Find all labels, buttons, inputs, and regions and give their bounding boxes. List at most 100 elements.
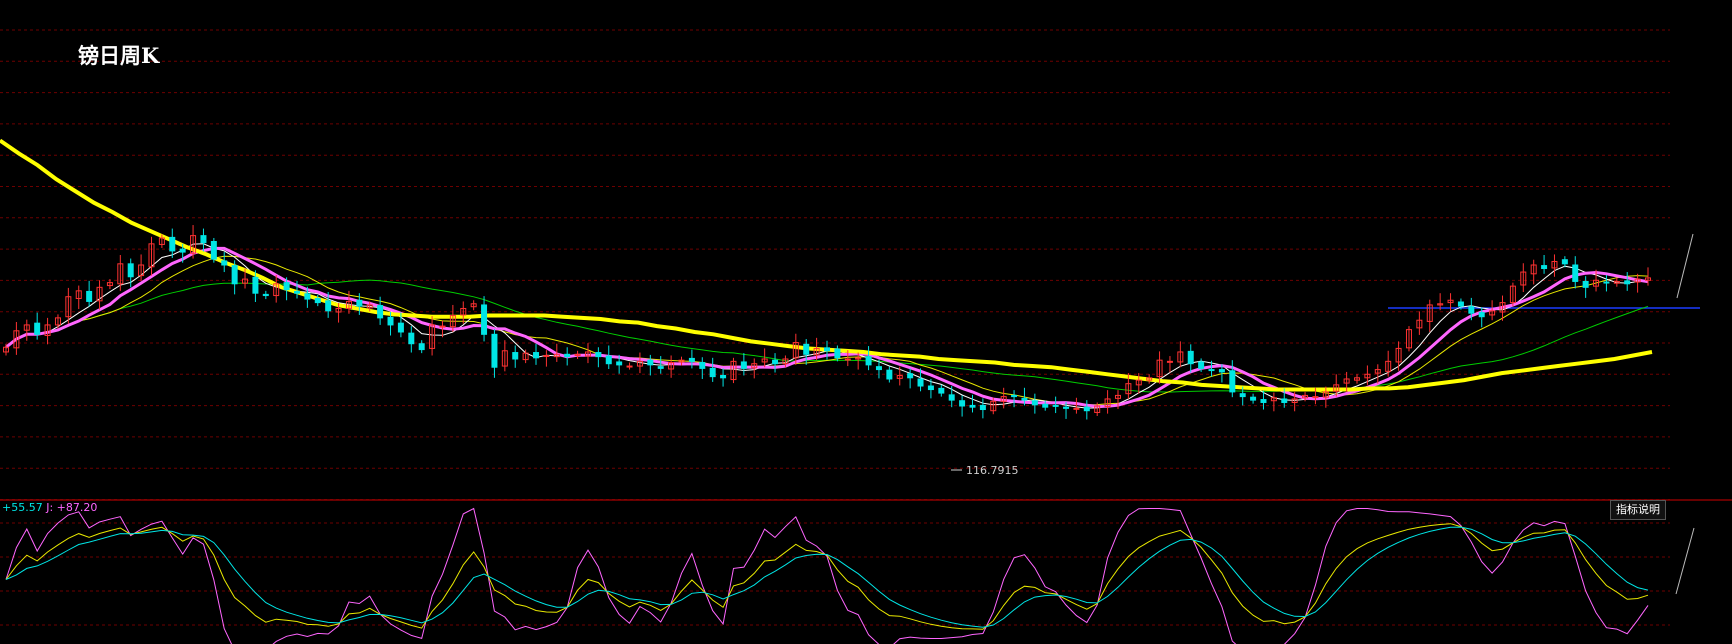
candle-body [1052, 404, 1059, 407]
candle-body [740, 361, 747, 369]
candle-body [979, 404, 986, 411]
candle-body [418, 343, 425, 351]
kdj-readout-j: J: +87.20 [46, 501, 98, 514]
candle-body [231, 265, 238, 285]
candle-body [824, 347, 830, 352]
candle-body [304, 293, 311, 300]
candle-body [356, 299, 363, 307]
candle-body [564, 353, 571, 358]
candle-body [616, 361, 623, 366]
price-grid [0, 29, 1670, 500]
candle-body [1021, 397, 1028, 401]
candle-body [1541, 265, 1548, 270]
candle-body [1042, 403, 1049, 408]
candle-body [948, 394, 955, 401]
candle-body [1572, 264, 1579, 282]
candle-body [1229, 370, 1236, 393]
candle-body [533, 352, 540, 359]
candle-body [844, 358, 851, 361]
candle-body [1208, 369, 1215, 372]
candle-body [1166, 360, 1173, 363]
candle-body [927, 385, 934, 391]
kline-chart: 116.7915 [0, 29, 1732, 644]
candle-body [657, 366, 664, 369]
candle-body [1624, 280, 1631, 285]
candle-body [397, 322, 404, 333]
moving-average-lines [0, 138, 1653, 409]
candle-body [314, 297, 321, 304]
candle-body [772, 359, 779, 365]
candle-body [1239, 393, 1246, 398]
candle-body [387, 316, 394, 326]
ma60-line [5, 279, 1649, 393]
candle-body [699, 362, 706, 369]
candle-body [221, 260, 228, 266]
candle-body [481, 304, 488, 335]
candle-body [969, 404, 976, 408]
candle-body [1187, 350, 1194, 365]
candle-body [1250, 396, 1257, 401]
candle-body [262, 293, 269, 297]
kdj-readout: +55.57 J: +87.20 [2, 501, 97, 514]
candle-body [688, 357, 695, 362]
candle-body [917, 378, 924, 387]
candle-body [803, 343, 810, 355]
candle-body [252, 276, 259, 294]
candle-body [709, 367, 716, 378]
candle-body [1457, 301, 1464, 307]
candle-body [283, 282, 290, 291]
candle-body [1561, 259, 1568, 265]
candle-body [1478, 312, 1485, 318]
candle-body [293, 290, 300, 294]
candle-body [491, 333, 498, 368]
ma120-line [0, 138, 1653, 392]
candle-body [720, 374, 727, 379]
price-pointer-line [1676, 233, 1694, 299]
candle-body [1218, 369, 1225, 373]
indicator-help-button[interactable]: 指标说明 [1610, 500, 1666, 520]
candle-body [377, 305, 384, 319]
candle-body [1031, 400, 1038, 406]
candle-body [626, 365, 633, 368]
candle-body [210, 241, 217, 260]
candle-body [543, 354, 550, 357]
candle-body [886, 369, 893, 380]
candle-body [595, 352, 602, 358]
low-value-label: 116.7915 [966, 464, 1019, 477]
candle-body [200, 235, 207, 244]
candle-body [127, 263, 134, 278]
candle-body [605, 355, 612, 365]
candle-body [865, 356, 872, 366]
kdj-readout-prefix: +55.57 [2, 501, 43, 514]
candle-body [439, 325, 446, 328]
candle-body [647, 359, 654, 366]
low-marker: 116.7915 [951, 464, 1019, 477]
candle-body [907, 373, 914, 379]
candle-body [1312, 396, 1319, 399]
candle-body [1468, 306, 1475, 314]
candlesticks [3, 225, 1651, 420]
candle-body [959, 400, 966, 407]
kdj-grid [0, 522, 1670, 626]
candle-body [325, 300, 332, 312]
ma5-line [5, 243, 1649, 409]
candle-body [512, 352, 519, 360]
candle-body [1198, 361, 1205, 369]
candle-body [875, 366, 882, 371]
candle-body [938, 387, 945, 394]
candle-body [1260, 399, 1267, 403]
candle-body [834, 348, 841, 359]
candle-body [1063, 406, 1070, 409]
candle-body [1083, 406, 1090, 412]
candle-body [1603, 281, 1610, 284]
candle-body [179, 248, 186, 253]
chart-title: 镑日周K [78, 43, 160, 68]
candle-body [408, 332, 415, 345]
kdj-k-line [5, 523, 1649, 630]
candle-body [1582, 280, 1589, 288]
candle-body [86, 290, 93, 302]
ma10-line [5, 255, 1649, 406]
candle-body [34, 322, 41, 335]
kdj-pointer-line [1675, 527, 1695, 595]
candle-body [1073, 407, 1080, 410]
